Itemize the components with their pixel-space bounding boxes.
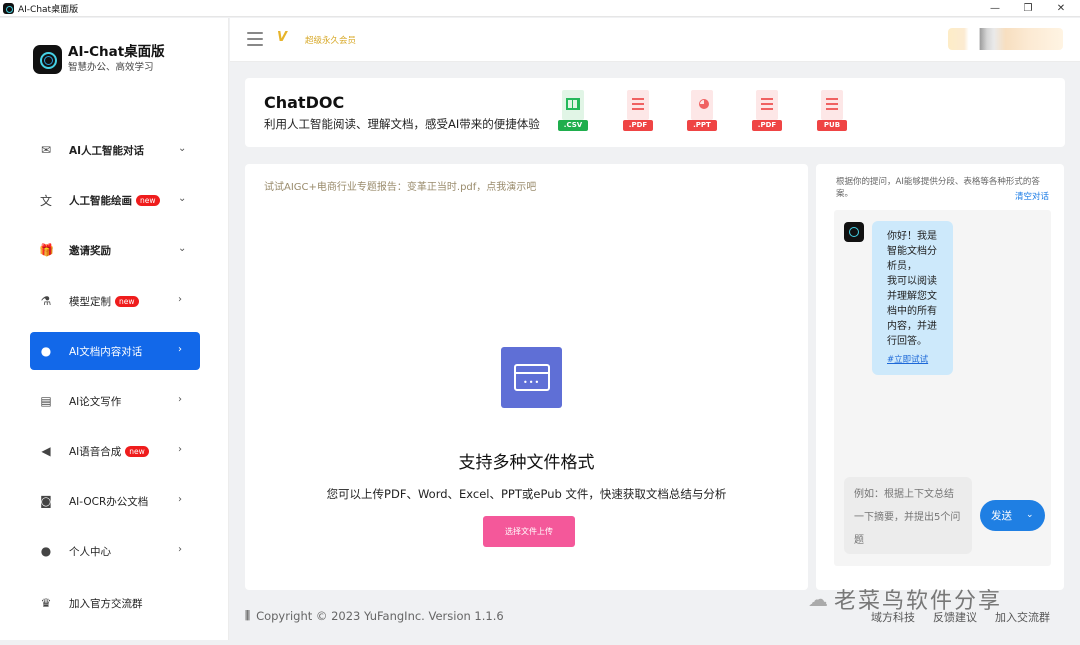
sidebar-item-label: AI论文写作 [69, 395, 122, 408]
sidebar-item-label: AI-OCR办公文档 [69, 495, 149, 508]
chevron-down-icon[interactable]: ⌄ [1026, 509, 1034, 520]
chevron-right-icon: › [178, 394, 182, 405]
sidebar-item-doc-chat[interactable]: ● AI文档内容对话 › [30, 332, 200, 370]
new-badge: new [136, 194, 160, 206]
greeting-line: 你好！我是智能文档分析员， [887, 231, 937, 272]
footer-links: 域方科技 反馈建议 加入交流群 [871, 609, 1068, 625]
demo-file-link[interactable]: 试试AIGC+电商行业专题报告：变革正当时.pdf，点我演示吧 [264, 178, 536, 193]
copyright-text: Copyright © 2023 YuFangInc. Version 1.1.… [256, 609, 504, 623]
banner-title: ChatDOC [264, 93, 345, 112]
file-type-label: .PDF [623, 120, 653, 131]
sidebar-item-label: 加入官方交流群 [69, 597, 143, 610]
bot-avatar-icon [844, 222, 864, 242]
upload-panel: 试试AIGC+电商行业专题报告：变革正当时.pdf，点我演示吧 ••• 支持多种… [245, 164, 808, 590]
title-bar: AI-Chat桌面版 — ❐ ✕ [0, 0, 1080, 17]
bar-chart-icon: ⫼ [245, 609, 251, 622]
chevron-down-icon: ⌄ [178, 193, 187, 204]
mail-icon: ✉ [40, 143, 52, 157]
menu-toggle-icon[interactable] [247, 32, 263, 46]
chevron-right-icon: › [178, 444, 182, 455]
file-type-label: PUB [817, 120, 847, 131]
sidebar-item-paper-writing[interactable]: ▤ AI论文写作 › [30, 382, 200, 420]
clear-chat-button[interactable]: 清空对话 [1015, 190, 1049, 202]
chatdoc-banner: ChatDOC 利用人工智能阅读、理解文档，感受AI带来的便捷体验 .CSV .… [245, 78, 1065, 147]
sidebar-item-ai-chat[interactable]: ✉ AI人工智能对话 ⌄ [30, 131, 200, 169]
sidebar-item-label: 模型定制 [69, 295, 111, 308]
translate-icon: 文 [39, 193, 52, 208]
flask-icon: ⚗ [40, 294, 52, 308]
sidebar-item-label: AI语音合成 [69, 445, 122, 458]
sidebar-item-join-group[interactable]: ♛ 加入官方交流群 [30, 584, 200, 622]
brand: AI-Chat桌面版 智慧办公、高效学习 [33, 44, 165, 75]
person-icon: ● [40, 544, 52, 558]
sidebar-item-profile[interactable]: ● 个人中心 › [30, 532, 200, 570]
speaker-icon: ◀ [41, 444, 51, 458]
send-label: 发送 [991, 510, 1012, 522]
sidebar-item-model-custom[interactable]: ⚗ 模型定制 new › [30, 282, 200, 320]
banner-subtitle: 利用人工智能阅读、理解文档，感受AI带来的便捷体验 [264, 117, 540, 131]
window-title: AI-Chat桌面版 [18, 4, 79, 15]
sidebar-item-label: 个人中心 [69, 545, 111, 558]
greeting-line: 我可以阅读并理解您文档中的所有内容，并进行回答。 [887, 276, 937, 347]
sidebar-item-ai-painting[interactable]: 文 人工智能绘画 new ⌄ [30, 181, 200, 219]
new-badge: new [125, 445, 149, 457]
epub-file-icon: PUB [814, 90, 850, 136]
chevron-right-icon: › [178, 544, 182, 555]
bot-message: 你好！我是智能文档分析员， 我可以阅读并理解您文档中的所有内容，并进行回答。 #… [872, 221, 953, 375]
sidebar-item-label: 邀请奖励 [69, 244, 111, 257]
pdf-file-icon: .PDF [749, 90, 785, 136]
csv-file-icon: .CSV [555, 90, 591, 136]
chevron-right-icon: › [178, 294, 182, 305]
vip-label: 超级永久会员 [305, 36, 357, 46]
sidebar-item-invite-rewards[interactable]: 🎁 邀请奖励 ⌄ [30, 231, 200, 269]
close-button[interactable]: ✕ [1046, 0, 1076, 17]
upload-subtitle: 您可以上传PDF、Word、Excel、PPT或ePub 文件，快速获取文档总结… [326, 487, 727, 501]
app-icon [3, 2, 14, 14]
send-button[interactable]: 发送 ⌄ [980, 500, 1045, 531]
sidebar-item-voice-synthesis[interactable]: ◀ AI语音合成 new › [30, 432, 200, 470]
top-header: V 超级永久会员 [230, 18, 1080, 62]
ppt-file-icon: .PPT [684, 90, 720, 136]
document-icon: ▤ [40, 394, 52, 408]
file-type-label: .PPT [687, 120, 717, 131]
gift-icon: 🎁 [39, 243, 54, 257]
sidebar-item-label: AI人工智能对话 [69, 144, 145, 157]
sidebar-item-ocr[interactable]: ◙ AI-OCR办公文档 › [30, 482, 200, 520]
maximize-button[interactable]: ❐ [1013, 0, 1043, 17]
pdf-file-icon: .PDF [620, 90, 656, 136]
brand-name: AI-Chat桌面版 [68, 44, 165, 60]
vip-crown-icon: V [277, 30, 288, 45]
footer-link-feedback[interactable]: 反馈建议 [933, 609, 977, 625]
user-avatar[interactable] [948, 28, 1063, 50]
chat-panel: 根据你的提问，AI能够提供分段、表格等各种形式的答案。 清空对话 你好！我是智能… [816, 164, 1064, 590]
chevron-down-icon: ⌄ [178, 143, 187, 154]
file-type-label: .CSV [558, 120, 588, 131]
try-now-link[interactable]: #立即试试 [887, 353, 941, 368]
globe-icon: ● [40, 344, 52, 358]
chevron-right-icon: › [178, 344, 182, 355]
folder-icon: ••• [501, 347, 562, 408]
footer-link-join-group[interactable]: 加入交流群 [995, 609, 1050, 625]
brand-logo-icon [33, 45, 62, 74]
sidebar-item-label: AI文档内容对话 [69, 345, 143, 358]
upload-file-button[interactable]: 选择文件上传 [483, 516, 575, 547]
upload-title: 支持多种文件格式 [458, 453, 595, 473]
chat-messages: 你好！我是智能文档分析员， 我可以阅读并理解您文档中的所有内容，并进行回答。 #… [834, 210, 1051, 566]
sidebar-item-label: 人工智能绘画 [69, 194, 132, 207]
brand-tagline: 智慧办公、高效学习 [68, 62, 154, 73]
question-input[interactable] [844, 477, 972, 554]
copyright: ⫼ Copyright © 2023 YuFangInc. Version 1.… [245, 609, 504, 623]
wechat-icon: ☁ [808, 587, 828, 611]
chevron-right-icon: › [178, 494, 182, 505]
crown-icon: ♛ [40, 596, 52, 610]
footer-link-company[interactable]: 域方科技 [871, 609, 915, 625]
minimize-button[interactable]: — [980, 0, 1010, 17]
file-type-label: .PDF [752, 120, 782, 131]
sidebar: AI-Chat桌面版 智慧办公、高效学习 ✉ AI人工智能对话 ⌄ 文 人工智能… [0, 18, 229, 640]
new-badge: new [115, 295, 139, 307]
chevron-down-icon: ⌄ [178, 243, 187, 254]
camera-icon: ◙ [40, 494, 52, 508]
